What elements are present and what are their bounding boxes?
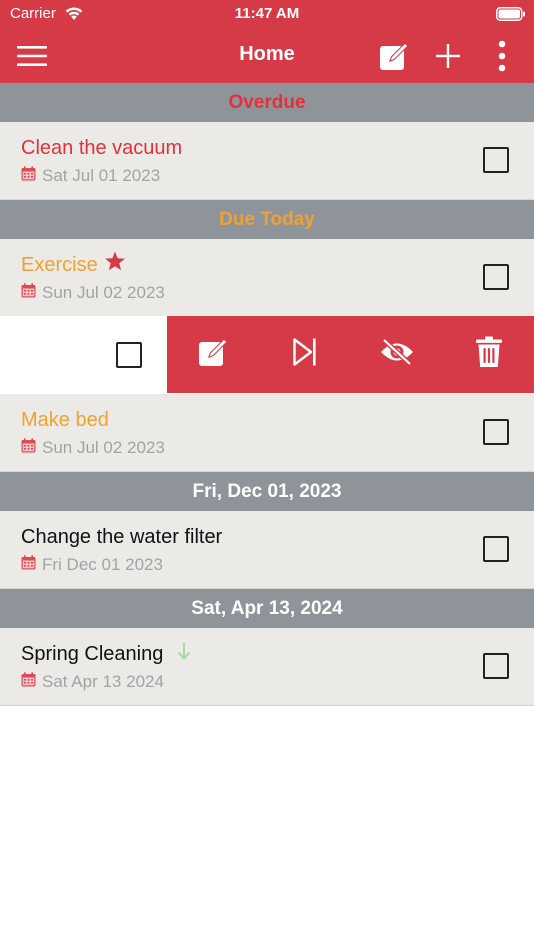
section-header-due-today: Due Today bbox=[0, 200, 534, 239]
task-row-clean-the-vacuum[interactable]: Clean the vacuum Sat Jul 01 2023 bbox=[0, 122, 534, 200]
more-vertical-icon[interactable] bbox=[484, 28, 520, 83]
task-date-group: Sat Jul 01 2023 bbox=[21, 166, 160, 186]
edit-icon bbox=[197, 336, 229, 373]
task-date-group: Sun Jul 02 2023 bbox=[21, 438, 165, 458]
calendar-icon bbox=[21, 555, 36, 575]
skip-task-button[interactable] bbox=[259, 316, 351, 393]
task-checkbox[interactable] bbox=[483, 264, 509, 290]
section-header-date: Fri, Dec 01, 2023 bbox=[0, 472, 534, 511]
task-date: Sat Jul 01 2023 bbox=[42, 166, 161, 185]
navigation-bar: Home bbox=[0, 28, 534, 83]
task-row-make-bed[interactable]: Make bed Sun Jul 02 2023 bbox=[0, 394, 534, 472]
task-row-spring-cleaning[interactable]: Spring Cleaning Sat Apr 13 2024 bbox=[0, 628, 534, 706]
task-date-group: Sat Apr 13 2024 bbox=[21, 672, 164, 692]
task-checkbox[interactable] bbox=[483, 419, 509, 445]
skip-next-icon bbox=[292, 337, 318, 372]
edit-icon[interactable] bbox=[372, 28, 416, 83]
calendar-icon bbox=[21, 672, 36, 692]
task-title: Change the water filter bbox=[21, 526, 223, 548]
delete-task-button[interactable] bbox=[443, 316, 534, 393]
calendar-icon bbox=[21, 166, 36, 186]
calendar-icon bbox=[21, 438, 36, 458]
task-date-group: Fri Dec 01 2023 bbox=[21, 555, 163, 575]
plus-icon[interactable] bbox=[426, 28, 470, 83]
task-title: Make bed bbox=[21, 409, 109, 431]
status-bar: Carrier 11:47 AM bbox=[0, 0, 534, 28]
task-title: Spring Cleaning bbox=[21, 643, 164, 665]
task-row-exercise[interactable]: Exercise Sun Jul 02 2023 bbox=[0, 239, 534, 317]
section-header-overdue: Overdue bbox=[0, 83, 534, 122]
clock: 11:47 AM bbox=[234, 5, 300, 22]
trash-icon bbox=[475, 336, 503, 373]
swipe-actions bbox=[167, 316, 534, 393]
task-checkbox[interactable] bbox=[483, 147, 509, 173]
task-date-group: Sun Jul 02 2023 bbox=[21, 283, 165, 303]
task-checkbox[interactable] bbox=[483, 653, 509, 679]
task-date: Sun Jul 02 2023 bbox=[42, 283, 165, 302]
section-header-date: Sat, Apr 13, 2024 bbox=[0, 589, 534, 628]
eye-slash-icon bbox=[379, 338, 415, 371]
task-checkbox[interactable] bbox=[483, 536, 509, 562]
arrow-down-icon bbox=[177, 642, 191, 665]
task-date: Fri Dec 01 2023 bbox=[42, 555, 163, 574]
task-title: Clean the vacuum bbox=[21, 137, 183, 159]
battery-icon bbox=[496, 7, 526, 26]
task-checkbox[interactable] bbox=[116, 342, 142, 368]
task-date: Sun Jul 02 2023 bbox=[42, 438, 165, 457]
edit-task-button[interactable] bbox=[167, 316, 259, 393]
swiped-row-content[interactable] bbox=[0, 316, 167, 393]
task-title: Exercise bbox=[21, 254, 98, 276]
calendar-icon bbox=[21, 283, 36, 303]
hide-task-button[interactable] bbox=[351, 316, 443, 393]
swiped-task-row[interactable] bbox=[0, 316, 534, 393]
task-row-change-the-water-filter[interactable]: Change the water filter Fri Dec 01 2023 bbox=[0, 511, 534, 589]
task-date: Sat Apr 13 2024 bbox=[42, 672, 164, 691]
star-icon bbox=[104, 251, 126, 277]
